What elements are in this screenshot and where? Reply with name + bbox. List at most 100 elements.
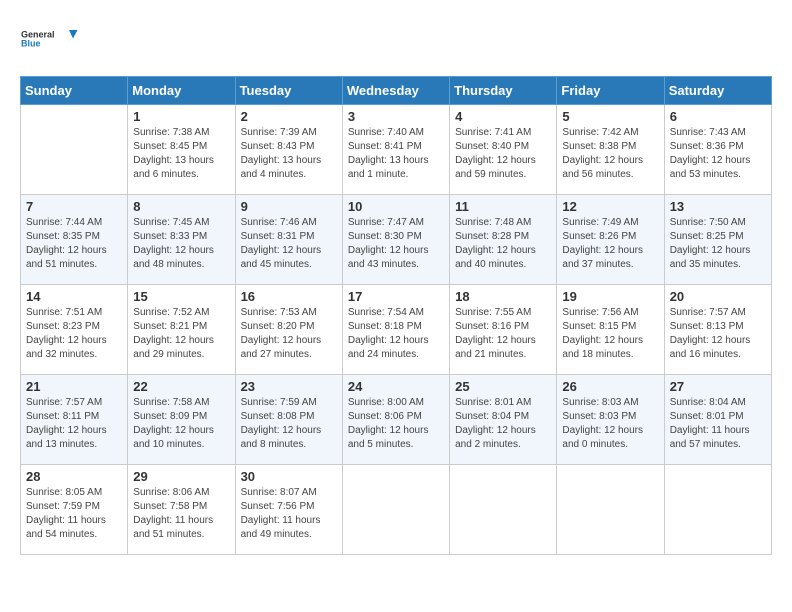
day-info: Sunrise: 7:52 AM Sunset: 8:21 PM Dayligh… [133, 306, 229, 362]
day-number: 21 [26, 379, 122, 394]
calendar-cell: 23 Sunrise: 7:59 AM Sunset: 8:08 PM Dayli… [235, 375, 342, 465]
day-info: Sunrise: 7:56 AM Sunset: 8:15 PM Dayligh… [562, 306, 658, 362]
calendar-cell: 16 Sunrise: 7:53 AM Sunset: 8:20 PM Dayli… [235, 285, 342, 375]
day-info: Sunrise: 7:59 AM Sunset: 8:08 PM Dayligh… [241, 396, 337, 452]
day-info: Sunrise: 8:04 AM Sunset: 8:01 PM Dayligh… [670, 396, 766, 452]
calendar-cell: 6 Sunrise: 7:43 AM Sunset: 8:36 PM Daylig… [664, 105, 771, 195]
day-number: 9 [241, 199, 337, 214]
logo-icon: GeneralBlue [20, 20, 80, 60]
day-number: 6 [670, 109, 766, 124]
calendar-cell: 18 Sunrise: 7:55 AM Sunset: 8:16 PM Dayli… [450, 285, 557, 375]
calendar-cell: 21 Sunrise: 7:57 AM Sunset: 8:11 PM Dayli… [21, 375, 128, 465]
day-number: 3 [348, 109, 444, 124]
day-info: Sunrise: 8:06 AM Sunset: 7:58 PM Dayligh… [133, 486, 229, 542]
calendar-cell: 24 Sunrise: 8:00 AM Sunset: 8:06 PM Dayli… [342, 375, 449, 465]
day-info: Sunrise: 7:42 AM Sunset: 8:38 PM Dayligh… [562, 126, 658, 182]
day-number: 15 [133, 289, 229, 304]
calendar-cell [450, 465, 557, 555]
day-info: Sunrise: 7:51 AM Sunset: 8:23 PM Dayligh… [26, 306, 122, 362]
day-info: Sunrise: 7:58 AM Sunset: 8:09 PM Dayligh… [133, 396, 229, 452]
calendar-cell: 19Sunrise: 7:56 AM Sunset: 8:15 PM Dayli… [557, 285, 664, 375]
calendar-cell: 29 Sunrise: 8:06 AM Sunset: 7:58 PM Dayli… [128, 465, 235, 555]
day-number: 14 [26, 289, 122, 304]
day-number: 18 [455, 289, 551, 304]
day-info: Sunrise: 7:39 AM Sunset: 8:43 PM Dayligh… [241, 126, 337, 182]
weekday-header-friday: Friday [557, 77, 664, 105]
calendar-cell: 9 Sunrise: 7:46 AM Sunset: 8:31 PM Daylig… [235, 195, 342, 285]
day-number: 27 [670, 379, 766, 394]
day-info: Sunrise: 7:38 AM Sunset: 8:45 PM Dayligh… [133, 126, 229, 182]
day-info: Sunrise: 7:46 AM Sunset: 8:31 PM Dayligh… [241, 216, 337, 272]
weekday-header-thursday: Thursday [450, 77, 557, 105]
calendar-cell: 15 Sunrise: 7:52 AM Sunset: 8:21 PM Dayli… [128, 285, 235, 375]
calendar-cell [664, 465, 771, 555]
weekday-header-wednesday: Wednesday [342, 77, 449, 105]
day-number: 11 [455, 199, 551, 214]
day-number: 20 [670, 289, 766, 304]
calendar-cell: 22 Sunrise: 7:58 AM Sunset: 8:09 PM Dayli… [128, 375, 235, 465]
day-number: 16 [241, 289, 337, 304]
weekday-header-tuesday: Tuesday [235, 77, 342, 105]
svg-text:General: General [21, 30, 55, 40]
day-info: Sunrise: 8:01 AM Sunset: 8:04 PM Dayligh… [455, 396, 551, 452]
day-number: 28 [26, 469, 122, 484]
day-number: 2 [241, 109, 337, 124]
calendar-cell: 17 Sunrise: 7:54 AM Sunset: 8:18 PM Dayli… [342, 285, 449, 375]
day-info: Sunrise: 7:45 AM Sunset: 8:33 PM Dayligh… [133, 216, 229, 272]
day-number: 29 [133, 469, 229, 484]
calendar-cell: 13 Sunrise: 7:50 AM Sunset: 8:25 PM Dayli… [664, 195, 771, 285]
calendar-cell: 26 Sunrise: 8:03 AM Sunset: 8:03 PM Dayli… [557, 375, 664, 465]
day-info: Sunrise: 7:53 AM Sunset: 8:20 PM Dayligh… [241, 306, 337, 362]
calendar-cell [557, 465, 664, 555]
day-info: Sunrise: 7:44 AM Sunset: 8:35 PM Dayligh… [26, 216, 122, 272]
day-info: Sunrise: 7:55 AM Sunset: 8:16 PM Dayligh… [455, 306, 551, 362]
day-info: Sunrise: 8:00 AM Sunset: 8:06 PM Dayligh… [348, 396, 444, 452]
calendar-cell: 11Sunrise: 7:48 AM Sunset: 8:28 PM Dayli… [450, 195, 557, 285]
calendar-cell: 12 Sunrise: 7:49 AM Sunset: 8:26 PM Dayli… [557, 195, 664, 285]
day-info: Sunrise: 7:54 AM Sunset: 8:18 PM Dayligh… [348, 306, 444, 362]
calendar-cell [21, 105, 128, 195]
day-number: 13 [670, 199, 766, 214]
calendar-cell: 4 Sunrise: 7:41 AM Sunset: 8:40 PM Daylig… [450, 105, 557, 195]
day-number: 24 [348, 379, 444, 394]
day-number: 30 [241, 469, 337, 484]
logo: GeneralBlue [20, 20, 80, 60]
day-info: Sunrise: 8:05 AM Sunset: 7:59 PM Dayligh… [26, 486, 122, 542]
day-info: Sunrise: 7:47 AM Sunset: 8:30 PM Dayligh… [348, 216, 444, 272]
day-number: 7 [26, 199, 122, 214]
calendar-cell: 2 Sunrise: 7:39 AM Sunset: 8:43 PM Daylig… [235, 105, 342, 195]
day-info: Sunrise: 7:57 AM Sunset: 8:13 PM Dayligh… [670, 306, 766, 362]
day-info: Sunrise: 7:49 AM Sunset: 8:26 PM Dayligh… [562, 216, 658, 272]
day-info: Sunrise: 7:43 AM Sunset: 8:36 PM Dayligh… [670, 126, 766, 182]
day-number: 23 [241, 379, 337, 394]
weekday-header-monday: Monday [128, 77, 235, 105]
day-number: 5 [562, 109, 658, 124]
day-info: Sunrise: 7:50 AM Sunset: 8:25 PM Dayligh… [670, 216, 766, 272]
day-number: 26 [562, 379, 658, 394]
day-number: 12 [562, 199, 658, 214]
day-info: Sunrise: 7:57 AM Sunset: 8:11 PM Dayligh… [26, 396, 122, 452]
calendar-cell: 14 Sunrise: 7:51 AM Sunset: 8:23 PM Dayli… [21, 285, 128, 375]
calendar-table: SundayMondayTuesdayWednesdayThursdayFrid… [20, 76, 772, 555]
weekday-header-saturday: Saturday [664, 77, 771, 105]
day-info: Sunrise: 7:40 AM Sunset: 8:41 PM Dayligh… [348, 126, 444, 182]
day-number: 4 [455, 109, 551, 124]
day-number: 22 [133, 379, 229, 394]
day-number: 1 [133, 109, 229, 124]
day-number: 10 [348, 199, 444, 214]
day-number: 8 [133, 199, 229, 214]
calendar-cell: 8 Sunrise: 7:45 AM Sunset: 8:33 PM Daylig… [128, 195, 235, 285]
calendar-cell [342, 465, 449, 555]
day-info: Sunrise: 8:03 AM Sunset: 8:03 PM Dayligh… [562, 396, 658, 452]
calendar-cell: 3 Sunrise: 7:40 AM Sunset: 8:41 PM Daylig… [342, 105, 449, 195]
calendar-cell: 1 Sunrise: 7:38 AM Sunset: 8:45 PM Daylig… [128, 105, 235, 195]
calendar-cell: 27 Sunrise: 8:04 AM Sunset: 8:01 PM Dayli… [664, 375, 771, 465]
day-info: Sunrise: 8:07 AM Sunset: 7:56 PM Dayligh… [241, 486, 337, 542]
day-info: Sunrise: 7:41 AM Sunset: 8:40 PM Dayligh… [455, 126, 551, 182]
day-number: 17 [348, 289, 444, 304]
calendar-cell: 10 Sunrise: 7:47 AM Sunset: 8:30 PM Dayli… [342, 195, 449, 285]
calendar-cell: 30 Sunrise: 8:07 AM Sunset: 7:56 PM Dayli… [235, 465, 342, 555]
calendar-cell: 5 Sunrise: 7:42 AM Sunset: 8:38 PM Daylig… [557, 105, 664, 195]
svg-text:Blue: Blue [21, 39, 41, 49]
calendar-cell: 28 Sunrise: 8:05 AM Sunset: 7:59 PM Dayli… [21, 465, 128, 555]
